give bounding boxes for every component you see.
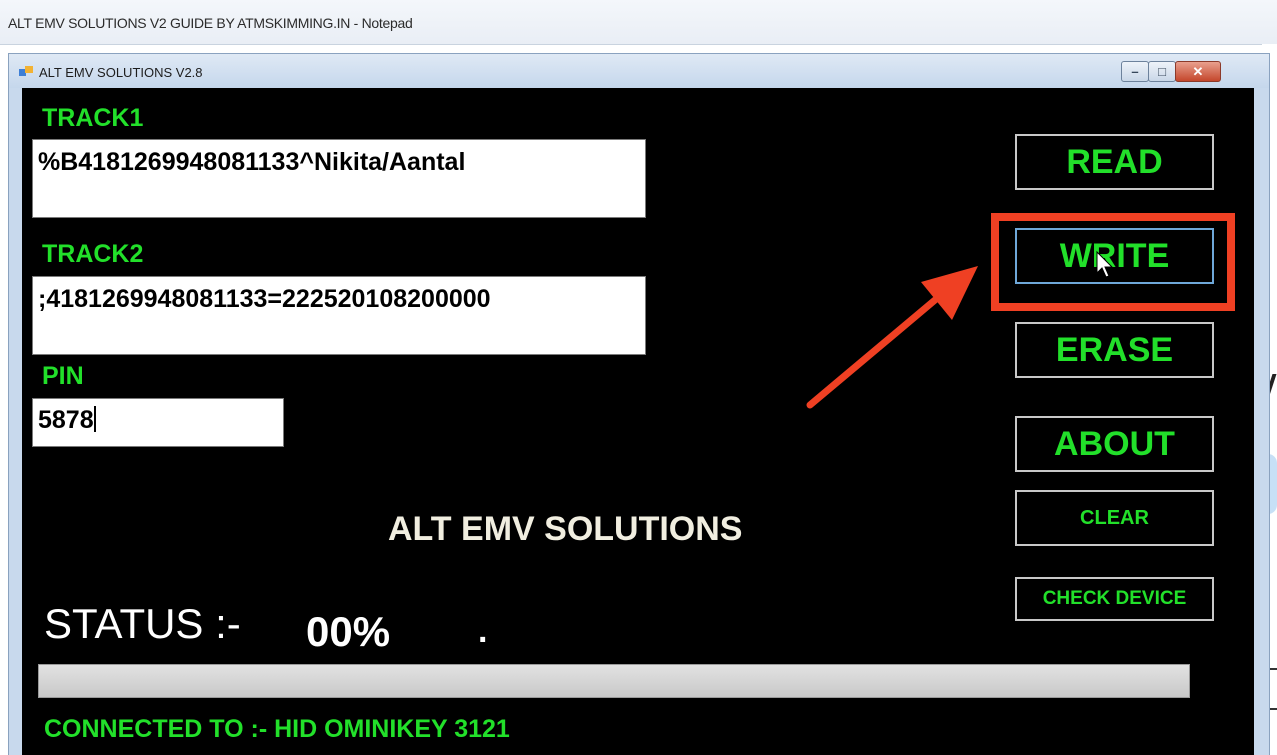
mouse-cursor-icon: [1096, 250, 1114, 278]
red-arrow-icon: [806, 266, 978, 409]
annotation-overlay: [806, 250, 1114, 409]
